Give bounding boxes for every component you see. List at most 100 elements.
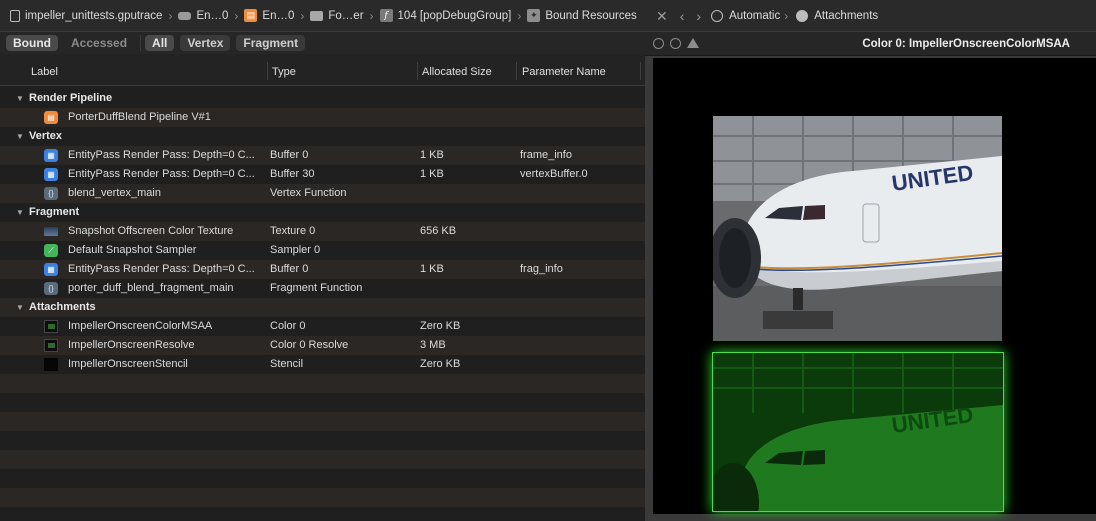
table-row[interactable]: Snapshot Offscreen Color Texture Texture…	[0, 222, 645, 241]
filter-fragment[interactable]: Fragment	[236, 35, 306, 51]
breadcrumb-bound-resources[interactable]: ✦ Bound Resources	[525, 6, 638, 26]
group-label: Vertex	[29, 130, 63, 142]
pipeline-icon: ▤	[44, 111, 58, 124]
filter-accessed[interactable]: Accessed	[64, 35, 134, 51]
gear-icon: ✦	[527, 9, 541, 22]
group-row-vertex[interactable]: ▼ Vertex	[0, 127, 645, 146]
filter-all[interactable]: All	[145, 35, 175, 51]
column-divider[interactable]	[640, 62, 641, 80]
table-row[interactable]: ▦ EntityPass Render Pass: Depth=0 C... B…	[0, 146, 645, 165]
breadcrumb-encoder-2[interactable]: ▤ En…0	[242, 6, 296, 26]
cell-label: EntityPass Render Pass: Depth=0 C...	[68, 168, 255, 180]
warning-icon[interactable]	[687, 38, 699, 48]
breadcrumb-label: En…0	[262, 9, 295, 22]
cell-label: Default Snapshot Sampler	[68, 244, 197, 256]
cell-size: 3 MB	[420, 339, 446, 351]
breadcrumb-label: 104 [popDebugGroup]	[397, 9, 512, 22]
function-braces-icon: {}	[44, 187, 58, 200]
filter-bar: Bound Accessed All Vertex Fragment	[0, 32, 645, 54]
cell-type: Color 0	[270, 320, 306, 332]
breadcrumb-label: Fo…er	[328, 9, 364, 22]
filter-vertex[interactable]: Vertex	[180, 35, 231, 51]
attachments-label: Attachments	[814, 10, 879, 22]
cell-type: Buffer 0	[270, 263, 309, 275]
group-row-attachments[interactable]: ▼ Attachments	[0, 298, 645, 317]
group-label: Render Pipeline	[29, 92, 113, 104]
preview-canvas[interactable]: UNITED UNITED	[653, 58, 1096, 514]
cell-label: blend_vertex_main	[68, 187, 161, 199]
back-icon[interactable]: ‹	[680, 8, 685, 24]
preview-header: Color 0: ImpellerOnscreenColorMSAA	[645, 32, 1096, 56]
disclosure-triangle-icon[interactable]: ▼	[16, 203, 24, 222]
table-row[interactable]: ▦ EntityPass Render Pass: Depth=0 C... B…	[0, 165, 645, 184]
table-row[interactable]: ▤ PorterDuffBlend Pipeline V#1	[0, 108, 645, 127]
cell-size: 1 KB	[420, 263, 444, 275]
function-braces-icon: {}	[44, 282, 58, 295]
breadcrumb-encoder-1[interactable]: En…0	[176, 6, 230, 26]
divider	[140, 35, 142, 51]
table-row[interactable]: ImpellerOnscreenColorMSAA Color 0 Zero K…	[0, 317, 645, 336]
column-type[interactable]: Type	[272, 66, 296, 78]
inspect-icon[interactable]	[653, 38, 664, 49]
sampler-icon: ⟋	[44, 244, 58, 257]
table-row[interactable]: ImpellerOnscreenResolve Color 0 Resolve …	[0, 336, 645, 355]
attachment-thumbnail[interactable]: UNITED	[712, 352, 1004, 512]
automatic-button[interactable]: Automatic	[711, 10, 780, 22]
preview-toolbar	[653, 38, 705, 49]
column-size[interactable]: Allocated Size	[422, 66, 492, 78]
column-divider[interactable]	[267, 62, 268, 80]
table-row[interactable]: ImpellerOnscreenStencil Stencil Zero KB	[0, 355, 645, 374]
disclosure-triangle-icon[interactable]: ▼	[16, 89, 24, 108]
link-icon	[711, 10, 724, 22]
attachment-thumbnail-icon	[44, 358, 58, 371]
chevron-right-icon: ›	[300, 8, 305, 23]
cell-label: PorterDuffBlend Pipeline V#1	[68, 111, 211, 123]
column-param[interactable]: Parameter Name	[522, 66, 606, 78]
buffer-icon: ▦	[44, 168, 58, 181]
folder-icon	[310, 10, 324, 21]
breadcrumb-label: impeller_unittests.gputrace	[25, 9, 163, 22]
cell-label: ImpellerOnscreenStencil	[68, 358, 188, 370]
table-row[interactable]: ⟋ Default Snapshot Sampler Sampler 0	[0, 241, 645, 260]
attachments-button[interactable]: Attachments	[796, 10, 878, 22]
table-row[interactable]: {} porter_duff_blend_fragment_main Fragm…	[0, 279, 645, 298]
cell-type: Color 0 Resolve	[270, 339, 349, 351]
table-row[interactable]: {} blend_vertex_main Vertex Function	[0, 184, 645, 203]
disclosure-triangle-icon[interactable]: ▼	[16, 127, 24, 146]
cell-type: Buffer 0	[270, 149, 309, 161]
cell-size: Zero KB	[420, 358, 461, 370]
info-icon[interactable]	[670, 38, 681, 49]
group-row-render-pipeline[interactable]: ▼ Render Pipeline	[0, 89, 645, 108]
group-row-fragment[interactable]: ▼ Fragment	[0, 203, 645, 222]
breadcrumb-debug-group[interactable]: f 104 [popDebugGroup]	[378, 6, 514, 26]
chevron-right-icon: ›	[168, 8, 173, 23]
texture-thumbnail[interactable]: UNITED	[713, 116, 1002, 341]
column-label[interactable]: Label	[31, 66, 58, 78]
preview-title: Color 0: ImpellerOnscreenColorMSAA	[862, 38, 1070, 50]
empty-row	[0, 412, 645, 431]
attachment-preview-pane: Color 0: ImpellerOnscreenColorMSAA UNITE…	[645, 32, 1096, 521]
cell-param: frame_info	[520, 149, 572, 161]
drive-icon	[178, 11, 192, 20]
cell-size: 1 KB	[420, 149, 444, 161]
cell-label: ImpellerOnscreenColorMSAA	[68, 320, 213, 332]
table-rows: ▼ Render Pipeline ▤ PorterDuffBlend Pipe…	[0, 89, 645, 521]
disclosure-triangle-icon[interactable]: ▼	[16, 298, 24, 317]
column-divider[interactable]	[417, 62, 418, 80]
column-divider[interactable]	[516, 62, 517, 80]
cell-label: porter_duff_blend_fragment_main	[68, 282, 234, 294]
jump-bar: impeller_unittests.gputrace › En…0 › ▤ E…	[0, 0, 1096, 32]
forward-icon[interactable]: ›	[696, 8, 701, 24]
breadcrumb-folder[interactable]: Fo…er	[308, 6, 365, 26]
cell-size: Zero KB	[420, 320, 461, 332]
cell-label: Snapshot Offscreen Color Texture	[68, 225, 234, 237]
encoder-icon: ▤	[244, 9, 258, 22]
document-icon	[10, 9, 20, 22]
table-row[interactable]: ▦ EntityPass Render Pass: Depth=0 C... B…	[0, 260, 645, 279]
close-icon[interactable]: ✕	[656, 8, 668, 25]
chevron-right-icon: ›	[517, 8, 522, 23]
breadcrumb-gputrace[interactable]: impeller_unittests.gputrace	[8, 6, 164, 26]
texture-icon	[44, 227, 58, 236]
filter-bound[interactable]: Bound	[6, 35, 58, 51]
empty-row	[0, 488, 645, 507]
